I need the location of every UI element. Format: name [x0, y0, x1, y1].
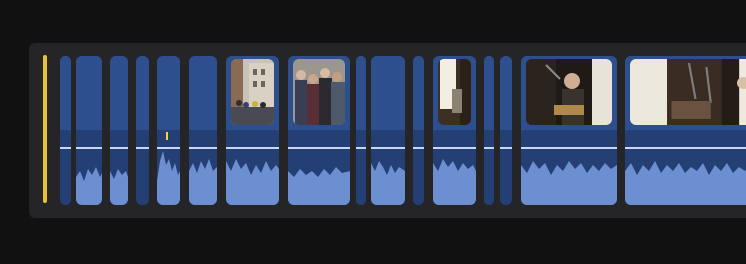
- clip-video-area: [136, 56, 149, 130]
- audio-waveform: [433, 159, 476, 205]
- clip-audio-area: [136, 130, 149, 205]
- clip-c10[interactable]: [371, 56, 405, 205]
- volume-line[interactable]: [484, 147, 494, 149]
- clip-c5[interactable]: [157, 56, 180, 205]
- timeline-track[interactable]: [29, 43, 746, 218]
- clip-audio-area: [60, 130, 71, 205]
- window-light-thumbnail: [438, 59, 471, 125]
- audio-waveform: [521, 161, 617, 205]
- clip-c4[interactable]: [136, 56, 149, 205]
- clip-c2[interactable]: [76, 56, 102, 205]
- volume-line[interactable]: [413, 147, 424, 149]
- singer-guitar-thumbnail: [526, 59, 612, 125]
- audio-waveform: [288, 167, 350, 205]
- clip-c6[interactable]: [189, 56, 217, 205]
- clip-c14[interactable]: [500, 56, 512, 205]
- audio-waveform: [189, 159, 217, 205]
- clip-c12[interactable]: [433, 56, 476, 205]
- studio-microphones-thumbnail: [630, 59, 746, 125]
- clip-c7[interactable]: [226, 56, 279, 205]
- volume-line[interactable]: [136, 147, 149, 149]
- clip-c16[interactable]: [625, 56, 746, 205]
- crowd-group-thumbnail: [293, 59, 345, 125]
- clip-video-area: [484, 56, 494, 130]
- volume-line[interactable]: [60, 147, 71, 149]
- clip-video-area: [371, 56, 405, 130]
- clip-audio-area: [356, 130, 366, 205]
- clip-c8[interactable]: [288, 56, 350, 205]
- clip-c9[interactable]: [356, 56, 366, 205]
- audio-waveform: [226, 159, 279, 205]
- clip-audio-area: [484, 130, 494, 205]
- volume-line[interactable]: [356, 147, 366, 149]
- clip-video-area: [76, 56, 102, 130]
- clip-c15[interactable]: [521, 56, 617, 205]
- clip-video-area: [110, 56, 128, 130]
- volume-line[interactable]: [500, 147, 512, 149]
- clip-video-area: [189, 56, 217, 130]
- clip-audio-area: [500, 130, 512, 205]
- audio-waveform: [371, 161, 405, 205]
- clip-c11[interactable]: [413, 56, 424, 205]
- clip-video-area: [60, 56, 71, 130]
- clip-c1[interactable]: [60, 56, 71, 205]
- clip-audio-area: [413, 130, 424, 205]
- audio-waveform: [76, 167, 102, 205]
- clip-video-area: [500, 56, 512, 130]
- playhead-icon[interactable]: [43, 55, 47, 203]
- audio-waveform: [110, 169, 128, 205]
- clip-video-area: [413, 56, 424, 130]
- audio-waveform: [157, 151, 180, 205]
- clip-video-area: [157, 56, 180, 130]
- clip-video-area: [356, 56, 366, 130]
- clip-c13[interactable]: [484, 56, 494, 205]
- clip-c3[interactable]: [110, 56, 128, 205]
- audio-waveform: [625, 161, 746, 205]
- street-buildings-thumbnail: [231, 59, 274, 125]
- marker-icon[interactable]: [166, 132, 168, 140]
